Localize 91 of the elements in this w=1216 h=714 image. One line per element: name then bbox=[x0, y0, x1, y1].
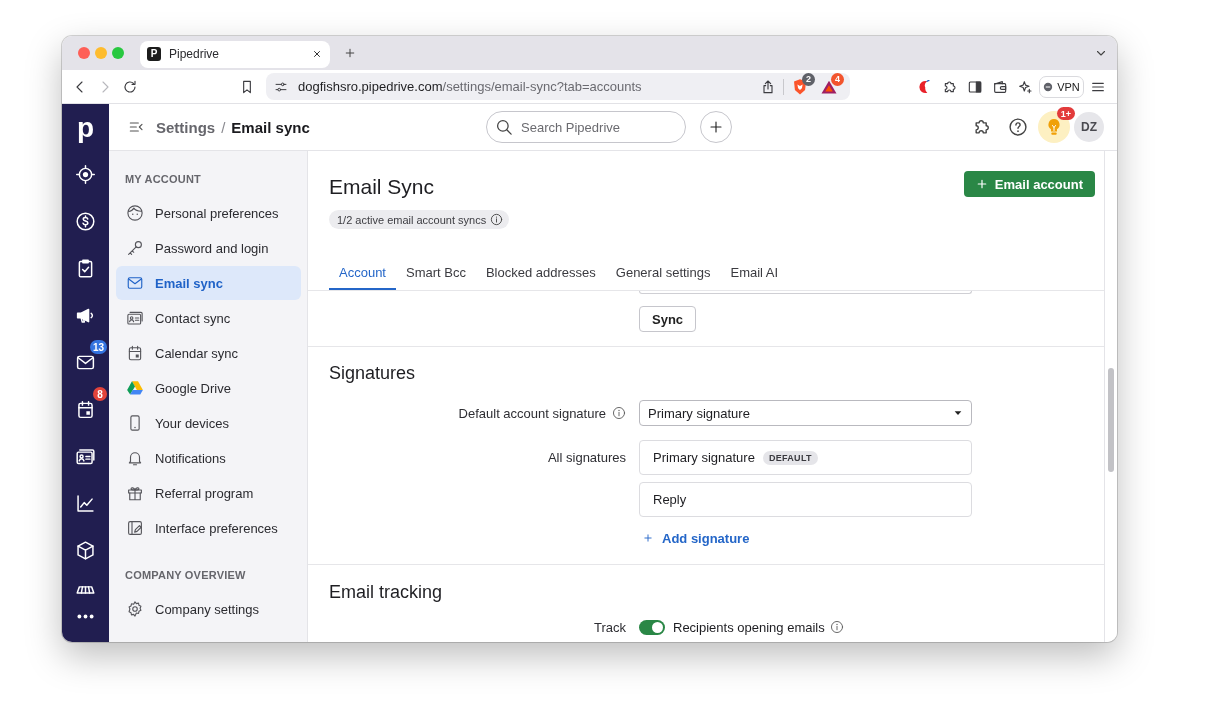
sparkle-icon[interactable] bbox=[1017, 78, 1033, 95]
puzzle-icon[interactable] bbox=[972, 117, 992, 137]
tab[interactable]: Smart Bcc bbox=[396, 257, 476, 290]
scrollbar-thumb[interactable] bbox=[1108, 368, 1114, 472]
sidebar-item[interactable]: Password and login bbox=[116, 231, 301, 265]
tab[interactable]: General settings bbox=[605, 257, 721, 290]
count-badge: 13 bbox=[89, 340, 107, 354]
field-label: Track bbox=[593, 619, 626, 635]
signature-select[interactable]: Primary signature bbox=[639, 400, 972, 426]
vpn-button[interactable]: VPN bbox=[1039, 75, 1084, 98]
sidebar-item[interactable]: Your devices bbox=[116, 406, 301, 440]
address-bar[interactable]: dogfishsro.pipedrive.com/settings/email-sync?tab=accounts 2 4 bbox=[266, 73, 850, 100]
breadcrumb-separator: / bbox=[221, 118, 226, 136]
reload-icon[interactable] bbox=[122, 78, 138, 95]
field-label: Default account signature bbox=[458, 405, 606, 421]
help-icon[interactable] bbox=[1008, 117, 1028, 137]
toggle-label: Recipients opening emails bbox=[673, 619, 825, 635]
signature-item[interactable]: Reply bbox=[639, 482, 972, 517]
count-badge: 2 bbox=[802, 72, 815, 86]
gear-icon bbox=[126, 600, 144, 618]
sidebar-item[interactable]: Company settings bbox=[116, 592, 301, 626]
pencil-panel-icon bbox=[126, 519, 144, 537]
toggle-switch[interactable] bbox=[639, 619, 665, 635]
collapse-menu-icon[interactable] bbox=[128, 119, 144, 135]
share-icon[interactable] bbox=[760, 78, 776, 95]
add-email-account-button[interactable]: Email account bbox=[963, 171, 1095, 197]
sidebar-item[interactable]: Interface preferences bbox=[116, 511, 301, 545]
sidebar-heading: COMPANY OVERVIEW bbox=[124, 568, 247, 583]
plus-icon[interactable] bbox=[344, 47, 356, 59]
caret-icon bbox=[953, 408, 963, 418]
contact-card-icon[interactable] bbox=[75, 446, 96, 467]
info-icon[interactable] bbox=[829, 620, 844, 634]
page-title: Email Sync bbox=[329, 174, 435, 200]
box-icon[interactable] bbox=[75, 540, 96, 561]
triangle-logo-icon bbox=[126, 379, 144, 397]
envelope-icon bbox=[126, 274, 144, 292]
sidebar-icon[interactable] bbox=[967, 78, 983, 95]
tab[interactable]: Account bbox=[329, 257, 396, 290]
add-signature-link[interactable]: Add signature bbox=[643, 528, 750, 548]
plus-icon bbox=[708, 119, 724, 135]
default-tag: DEFAULT bbox=[762, 450, 818, 465]
minus-circle-icon bbox=[1043, 81, 1054, 92]
sidebar-item[interactable]: Calendar sync bbox=[116, 336, 301, 370]
breadcrumb-link[interactable]: Settings bbox=[156, 118, 216, 136]
search-icon bbox=[495, 118, 513, 136]
browser-tab[interactable]: P Pipedrive bbox=[140, 40, 330, 68]
section-heading: Signatures bbox=[328, 362, 417, 385]
sidebar-item[interactable]: Notifications bbox=[116, 441, 301, 475]
key-icon bbox=[126, 239, 144, 257]
line-chart-icon[interactable] bbox=[75, 493, 96, 514]
plus-icon bbox=[643, 533, 653, 543]
section-heading: Email tracking bbox=[328, 581, 444, 604]
gift-icon bbox=[126, 484, 144, 502]
site-logo: P bbox=[147, 47, 161, 61]
search-field[interactable]: Search Pipedrive bbox=[486, 111, 686, 143]
face-icon bbox=[126, 204, 144, 222]
sidebar-item[interactable]: Google Drive bbox=[116, 371, 301, 405]
signature-item[interactable]: Primary signature DEFAULT bbox=[639, 440, 972, 475]
plus-icon bbox=[975, 178, 988, 190]
wallet-icon[interactable] bbox=[992, 78, 1008, 95]
app-logo[interactable]: p bbox=[62, 104, 109, 151]
status-text: 1/2 active email account syncs bbox=[337, 213, 487, 226]
dollar-icon[interactable] bbox=[75, 211, 96, 232]
count-badge: 8 bbox=[93, 387, 107, 401]
contact-card-icon bbox=[126, 309, 144, 327]
bell-icon bbox=[126, 449, 144, 467]
sidebar-item[interactable]: Personal preferences bbox=[116, 196, 301, 230]
breadcrumb-current: Email sync bbox=[231, 118, 310, 136]
tab[interactable]: Email AI bbox=[720, 257, 789, 290]
crescent-icon[interactable] bbox=[917, 78, 933, 95]
count-badge: 4 bbox=[831, 72, 844, 86]
sidebar-heading: MY ACCOUNT bbox=[124, 172, 202, 187]
sidebar-item[interactable]: Contact sync bbox=[116, 301, 301, 335]
sidebar-item[interactable]: Email sync bbox=[116, 266, 301, 300]
calendar-icon bbox=[126, 344, 144, 362]
count-badge: 1+ bbox=[1056, 107, 1075, 120]
sidebar-item[interactable]: Referral program bbox=[116, 476, 301, 510]
sync-button[interactable]: Sync bbox=[639, 306, 697, 332]
add-button[interactable] bbox=[700, 111, 732, 143]
lightbulb-icon[interactable] bbox=[1038, 111, 1070, 143]
target-icon[interactable] bbox=[75, 164, 96, 185]
tab[interactable]: Blocked addresses bbox=[475, 257, 606, 290]
info-icon[interactable] bbox=[612, 406, 626, 420]
close-icon[interactable] bbox=[312, 49, 322, 59]
avatar[interactable]: DZ bbox=[1074, 112, 1104, 142]
sliders-icon[interactable] bbox=[274, 79, 288, 94]
info-icon[interactable] bbox=[490, 213, 504, 226]
puzzle-icon[interactable] bbox=[942, 78, 958, 95]
input-field[interactable] bbox=[639, 291, 972, 294]
field-label: All signatures bbox=[547, 450, 626, 465]
calendar-icon[interactable] bbox=[75, 399, 96, 420]
